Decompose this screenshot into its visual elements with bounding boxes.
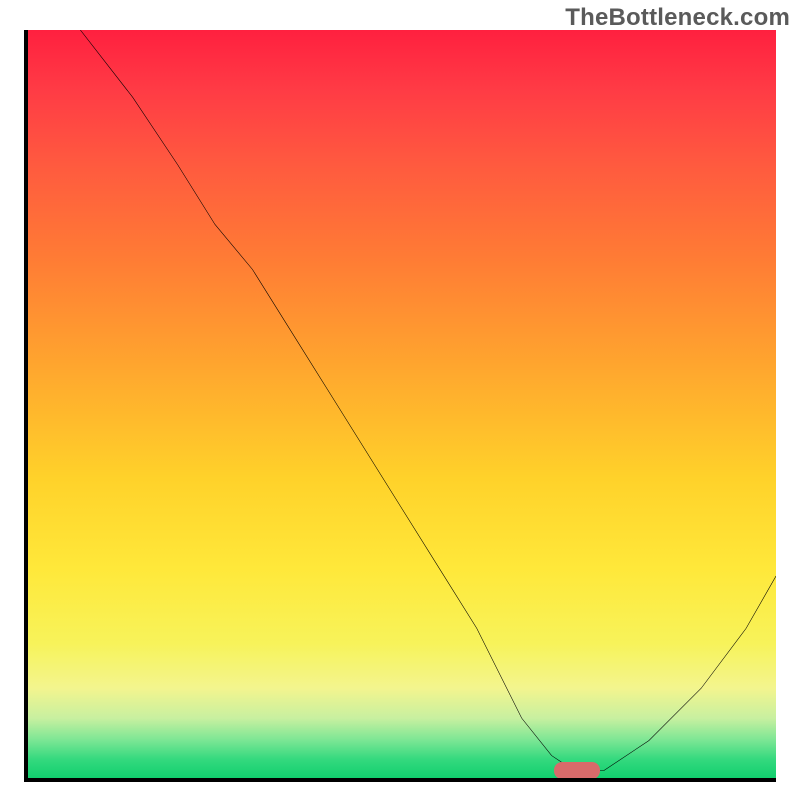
watermark-text: TheBottleneck.com xyxy=(565,4,790,32)
optimal-marker xyxy=(554,762,599,779)
plot-area xyxy=(24,30,776,782)
bottleneck-curve xyxy=(28,30,776,778)
curve-path xyxy=(80,30,776,771)
chart-frame: TheBottleneck.com xyxy=(0,0,800,800)
